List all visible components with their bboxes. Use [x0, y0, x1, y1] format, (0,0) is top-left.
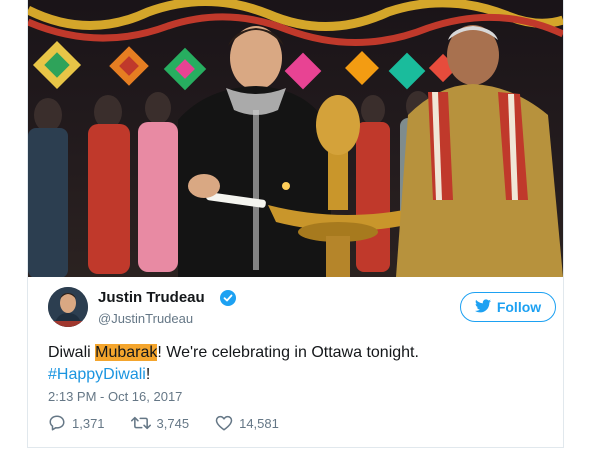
author-handle[interactable]: @JustinTrudeau	[98, 311, 193, 326]
twitter-bird-icon	[474, 298, 491, 316]
reply-count: 1,371	[72, 415, 105, 431]
tweet-text: Diwali Mubarak! We're celebrating in Ott…	[48, 342, 548, 386]
follow-label: Follow	[496, 299, 542, 315]
hashtag-suffix: !	[145, 366, 151, 383]
heart-icon	[215, 414, 233, 432]
highlighted-word: Mubarak	[95, 344, 158, 361]
tweet-timestamp[interactable]: 2:13 PM - Oct 16, 2017	[48, 389, 182, 404]
tweet-header: Justin Trudeau @JustinTrudeau Follow	[48, 287, 556, 331]
retweet-button[interactable]: 3,745	[130, 414, 190, 432]
tweet-text-prefix: Diwali	[48, 344, 96, 361]
retweet-icon	[130, 414, 151, 432]
avatar[interactable]	[48, 287, 88, 327]
reply-icon	[48, 414, 66, 432]
tweet-photo[interactable]	[28, 0, 563, 277]
retweet-count: 3,745	[156, 415, 190, 431]
tweet-actions: 1,371 3,745 14,581	[48, 413, 305, 433]
tweet-card: Justin Trudeau @JustinTrudeau Follow Diw…	[27, 0, 564, 448]
reply-button[interactable]: 1,371	[48, 414, 105, 432]
like-button[interactable]: 14,581	[215, 414, 279, 432]
verified-badge-icon	[220, 290, 236, 306]
follow-button[interactable]: Follow	[460, 292, 556, 322]
author-name[interactable]: Justin Trudeau	[98, 289, 205, 306]
hashtag-link[interactable]: #HappyDiwali	[48, 366, 146, 383]
like-count: 14,581	[239, 415, 279, 431]
tweet-text-rest: ! We're celebrating in Ottawa tonight.	[157, 344, 419, 361]
